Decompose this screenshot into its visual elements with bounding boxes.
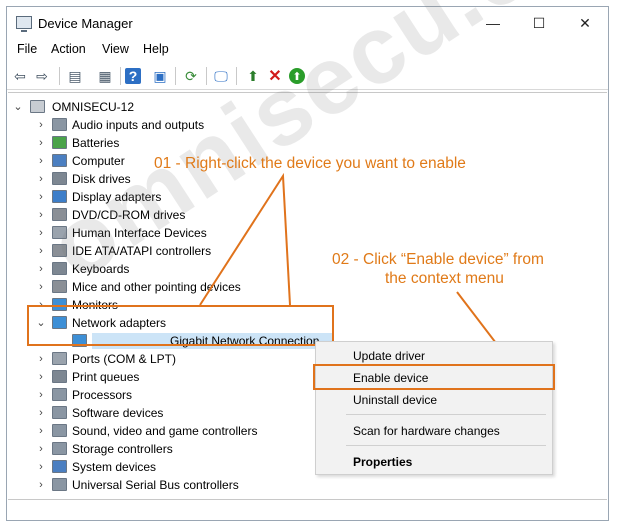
network-adapters-highlight [27,305,334,346]
context-scan-hardware[interactable]: Scan for hardware changes [353,424,500,438]
context-update-driver[interactable]: Update driver [353,349,425,363]
annotation-step-2-line1: 02 - Click “Enable device” from [332,251,544,268]
annotation-step-2-line2: the context menu [385,270,504,287]
enable-device-highlight [313,364,555,390]
context-properties[interactable]: Properties [353,455,412,469]
context-separator [346,445,546,446]
annotation-step-1: 01 - Right-click the device you want to … [154,155,466,172]
context-menu: Update driver Enable device Uninstall de… [315,341,553,475]
context-separator [346,414,546,415]
context-uninstall-device[interactable]: Uninstall device [353,393,437,407]
